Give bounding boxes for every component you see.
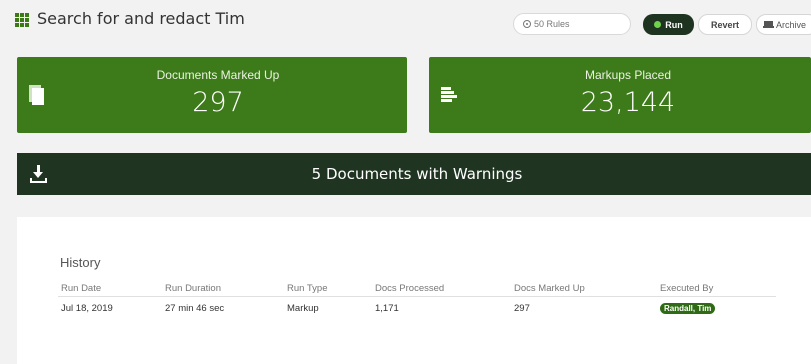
run-button[interactable]: Run xyxy=(643,14,694,35)
cell-run-type: Markup xyxy=(287,303,319,314)
documents-marked-up-label: Documents Marked Up xyxy=(156,68,280,82)
column-header-executed-by[interactable]: Executed By xyxy=(660,283,713,294)
cell-executed-by: Randall, Tim xyxy=(660,303,716,314)
archive-icon xyxy=(763,21,774,28)
cell-run-duration: 27 min 46 sec xyxy=(165,303,225,314)
warnings-label: 5 Documents with Warnings xyxy=(311,165,523,183)
cell-run-date: Jul 18, 2019 xyxy=(61,303,113,314)
archive-label: Archive xyxy=(776,19,807,30)
settings-icon xyxy=(523,20,531,28)
history-title: History xyxy=(60,255,101,270)
run-status-dot xyxy=(654,21,662,28)
markups-placed-value: 23,144 xyxy=(580,87,676,118)
grid-icon[interactable] xyxy=(15,13,31,27)
column-header-docs-marked-up[interactable]: Docs Marked Up xyxy=(514,283,585,294)
header-bar: Search for and redact Tim 50 Rules Run R… xyxy=(0,0,811,44)
rules-label: 50 Rules xyxy=(534,19,570,29)
column-header-docs-processed[interactable]: Docs Processed xyxy=(375,283,444,294)
table-row[interactable]: Jul 18, 2019 27 min 46 sec Markup 1,171 … xyxy=(58,297,776,319)
cell-docs-processed: 1,171 xyxy=(375,303,399,314)
column-header-run-type[interactable]: Run Type xyxy=(287,283,328,294)
history-panel: History Run Date Run Duration Run Type D… xyxy=(17,217,811,364)
documents-marked-up-value: 297 xyxy=(192,87,244,118)
executed-by-badge[interactable]: Randall, Tim xyxy=(660,303,716,314)
page-title: Search for and redact Tim xyxy=(37,9,245,28)
documents-marked-up-card[interactable]: Documents Marked Up 297 xyxy=(17,57,407,133)
markups-placed-card[interactable]: Markups Placed 23,144 xyxy=(429,57,811,133)
cell-docs-marked-up: 297 xyxy=(514,303,530,314)
run-label: Run xyxy=(665,19,683,30)
table-header: Run Date Run Duration Run Type Docs Proc… xyxy=(58,280,776,297)
column-header-run-duration[interactable]: Run Duration xyxy=(165,283,221,294)
revert-label: Revert xyxy=(710,19,739,30)
revert-button[interactable]: Revert xyxy=(698,14,752,35)
column-header-run-date[interactable]: Run Date xyxy=(61,283,101,294)
archive-button[interactable]: Archive xyxy=(756,14,811,35)
markups-placed-label: Markups Placed xyxy=(584,68,672,82)
rules-selector[interactable]: 50 Rules xyxy=(513,13,631,35)
history-table: Run Date Run Duration Run Type Docs Proc… xyxy=(58,280,776,319)
warnings-bar[interactable]: 5 Documents with Warnings xyxy=(17,153,811,195)
